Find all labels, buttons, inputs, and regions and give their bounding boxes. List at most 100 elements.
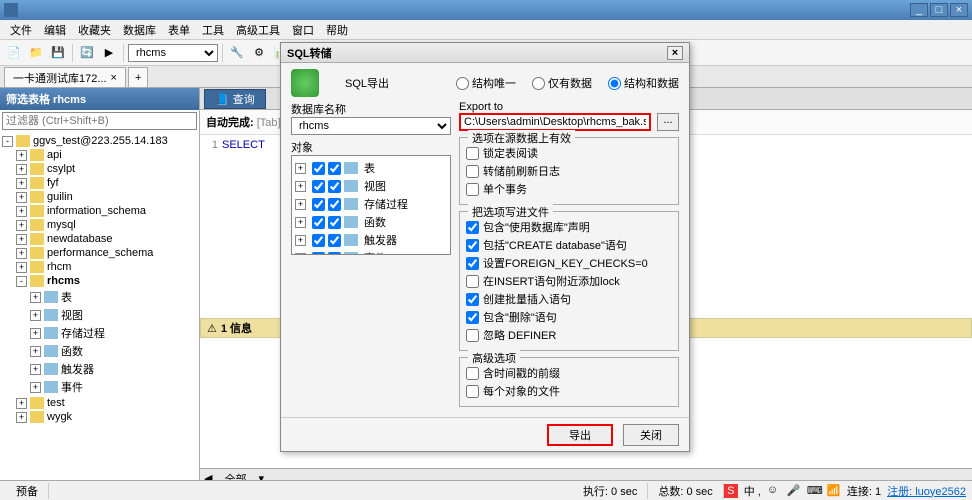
db-selector[interactable]: rhcms <box>128 44 218 62</box>
menu-文件[interactable]: 文件 <box>4 20 38 40</box>
tree-node[interactable]: +performance_schema <box>2 246 197 260</box>
chk-创建批量插入语句[interactable]: 创建批量插入语句 <box>466 290 672 308</box>
maximize-button[interactable]: □ <box>930 3 948 17</box>
export-tab-label: SQL导出 <box>345 75 389 91</box>
sb-icon1[interactable]: ☺ <box>767 484 781 498</box>
app-icon <box>4 3 18 17</box>
radio-1[interactable]: 仅有数据 <box>532 75 592 91</box>
chk-含时间戳的前缀[interactable]: 含时间戳的前缀 <box>466 364 672 382</box>
tree-node[interactable]: +触发器 <box>2 360 197 378</box>
tree-node[interactable]: +test <box>2 396 197 410</box>
export-to-label: Export to <box>459 101 679 113</box>
dialog-titlebar: SQL转储 × <box>281 43 689 63</box>
chk-单个事务[interactable]: 单个事务 <box>466 180 672 198</box>
window-titlebar: _ □ × <box>0 0 972 20</box>
new-tab-button[interactable]: + <box>128 67 148 87</box>
chk-包含"删除"语句[interactable]: 包含"删除"语句 <box>466 308 672 326</box>
tree-node[interactable]: +newdatabase <box>2 232 197 246</box>
export-icon <box>291 69 319 97</box>
menu-工具[interactable]: 工具 <box>196 20 230 40</box>
status-reg: 注册: luoye2562 <box>887 483 966 499</box>
sidebar: 筛选表格 rhcms -ggvs_test@223.255.14.183+api… <box>0 88 200 488</box>
radio-0[interactable]: 结构唯一 <box>456 75 516 91</box>
status-total: 总数: 0 sec <box>648 483 723 499</box>
menu-编辑[interactable]: 编辑 <box>38 20 72 40</box>
file-options-group: 把选项写进文件 包含"使用数据库"声明 包括"CREATE database"语… <box>459 211 679 351</box>
sb-icon4[interactable]: 📶 <box>827 484 841 498</box>
close-button[interactable]: × <box>950 3 968 17</box>
ime-text: 中 , <box>744 483 761 499</box>
sb-icon2[interactable]: 🎤 <box>787 484 801 498</box>
status-exec: 执行: 0 sec <box>573 483 648 499</box>
editor-tab-query[interactable]: 📘 查询 <box>204 89 266 109</box>
objects-tree[interactable]: +表+视图+存储过程+函数+触发器+事件 <box>291 155 451 255</box>
close-button[interactable]: 关闭 <box>623 424 679 446</box>
tree-node[interactable]: -ggvs_test@223.255.14.183 <box>2 134 197 148</box>
tree-node[interactable]: +存储过程 <box>2 324 197 342</box>
tree-node[interactable]: +mysql <box>2 218 197 232</box>
db-name-select[interactable]: rhcms <box>291 117 451 135</box>
tree-node[interactable]: +视图 <box>2 306 197 324</box>
ime-icon[interactable]: S <box>724 484 738 498</box>
tree-node[interactable]: +wygk <box>2 410 197 424</box>
tree-node[interactable]: +api <box>2 148 197 162</box>
tree-node[interactable]: +rhcm <box>2 260 197 274</box>
tb-run-icon[interactable]: ▶ <box>99 43 119 63</box>
tab-close-icon[interactable]: × <box>111 72 117 84</box>
menu-数据库[interactable]: 数据库 <box>117 20 162 40</box>
dialog-close-button[interactable]: × <box>667 46 683 60</box>
advanced-options-group: 高级选项 含时间戳的前缀 每个对象的文件 <box>459 357 679 407</box>
export-button[interactable]: 导出 <box>547 424 613 446</box>
menu-收藏夹[interactable]: 收藏夹 <box>72 20 117 40</box>
tree-node[interactable]: +guilin <box>2 190 197 204</box>
menu-表单[interactable]: 表单 <box>162 20 196 40</box>
obj-函数[interactable]: +函数 <box>295 213 447 231</box>
tree-node[interactable]: +函数 <box>2 342 197 360</box>
filter-input[interactable] <box>2 112 197 130</box>
menu-窗口[interactable]: 窗口 <box>286 20 320 40</box>
db-tree[interactable]: -ggvs_test@223.255.14.183+api+csylpt+fyf… <box>0 132 199 488</box>
chk-设置FOREIGN_KEY_CHECKS=0[interactable]: 设置FOREIGN_KEY_CHECKS=0 <box>466 254 672 272</box>
chk-忽略 DEFINER[interactable]: 忽略 DEFINER <box>466 326 672 344</box>
tb-save-icon[interactable]: 💾 <box>48 43 68 63</box>
menu-高级工具[interactable]: 高级工具 <box>230 20 286 40</box>
obj-事件[interactable]: +事件 <box>295 249 447 255</box>
minimize-button[interactable]: _ <box>910 3 928 17</box>
status-conn: 连接: 1 <box>847 483 881 499</box>
menu-帮助[interactable]: 帮助 <box>320 20 354 40</box>
sql-dump-dialog: SQL转储 × SQL导出 结构唯一 仅有数据 结构和数据 数据库名称 rhcm… <box>280 42 690 452</box>
tree-node[interactable]: +表 <box>2 288 197 306</box>
obj-存储过程[interactable]: +存储过程 <box>295 195 447 213</box>
chk-包含"使用数据库"声明[interactable]: 包含"使用数据库"声明 <box>466 218 672 236</box>
chk-包括"CREATE database"语句[interactable]: 包括"CREATE database"语句 <box>466 236 672 254</box>
db-name-label: 数据库名称 <box>291 101 451 117</box>
browse-button[interactable]: ... <box>657 113 679 131</box>
chk-转储前刷新日志[interactable]: 转储前刷新日志 <box>466 162 672 180</box>
tree-node[interactable]: -rhcms <box>2 274 197 288</box>
statusbar: 预备 执行: 0 sec 总数: 0 sec S 中 , ☺ 🎤 ⌨ 📶 连接:… <box>0 480 972 500</box>
chk-锁定表阅读[interactable]: 锁定表阅读 <box>466 144 672 162</box>
tb-tool2-icon[interactable]: ⚙ <box>249 43 269 63</box>
chk-在INSERT语句附近添加lock[interactable]: 在INSERT语句附近添加lock <box>466 272 672 290</box>
chk-每个对象的文件[interactable]: 每个对象的文件 <box>466 382 672 400</box>
tb-open-icon[interactable]: 📁 <box>26 43 46 63</box>
objects-label: 对象 <box>291 139 451 155</box>
tree-node[interactable]: +information_schema <box>2 204 197 218</box>
tb-tool1-icon[interactable]: 🔧 <box>227 43 247 63</box>
main-tab[interactable]: 一卡通测试库172...× <box>4 67 126 87</box>
menubar: 文件编辑收藏夹数据库表单工具高级工具窗口帮助 <box>0 20 972 40</box>
tb-refresh-icon[interactable]: 🔄 <box>77 43 97 63</box>
source-options-group: 选项在源数据上有效 锁定表阅读 转储前刷新日志 单个事务 <box>459 137 679 205</box>
filter-title: 筛选表格 rhcms <box>0 88 199 110</box>
obj-表[interactable]: +表 <box>295 159 447 177</box>
tree-node[interactable]: +csylpt <box>2 162 197 176</box>
tree-node[interactable]: +fyf <box>2 176 197 190</box>
tree-node[interactable]: +事件 <box>2 378 197 396</box>
tb-new-icon[interactable]: 📄 <box>4 43 24 63</box>
obj-视图[interactable]: +视图 <box>295 177 447 195</box>
export-path-input[interactable] <box>459 113 651 131</box>
radio-2[interactable]: 结构和数据 <box>608 75 679 91</box>
sb-icon3[interactable]: ⌨ <box>807 484 821 498</box>
status-ready: 预备 <box>6 483 49 499</box>
obj-触发器[interactable]: +触发器 <box>295 231 447 249</box>
